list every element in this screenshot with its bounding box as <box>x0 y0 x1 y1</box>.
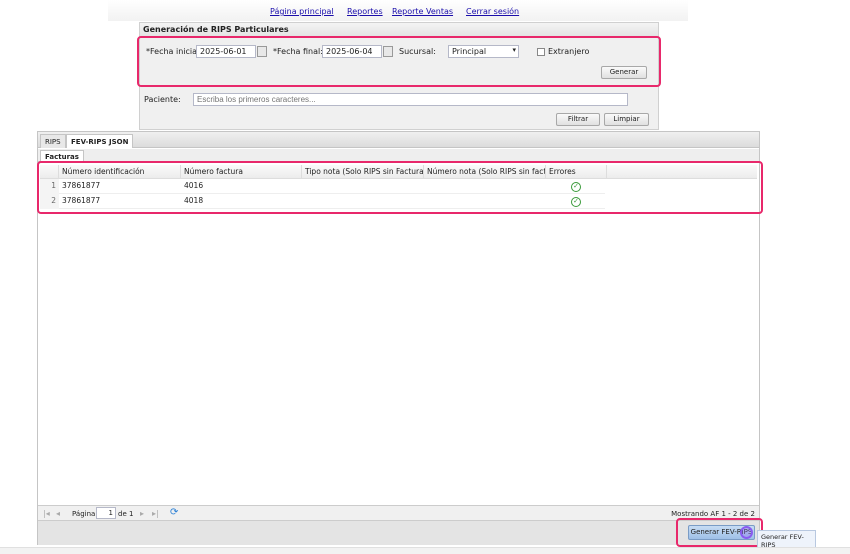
filtrar-button[interactable]: Filtrar <box>556 113 600 126</box>
highlight-box <box>137 36 661 87</box>
top-nav: Página principal Reportes Reporte Ventas… <box>108 0 688 21</box>
tab-bar: RIPS FEV-RIPS JSON <box>38 132 759 148</box>
pager: |◂ ◂ Página 1 de 1 ▸ ▸| ⟳ Mostrando AF 1… <box>38 505 759 521</box>
panel-title: Generación de RIPS Particulares <box>140 23 658 37</box>
footer-bar <box>38 521 759 545</box>
highlight-box <box>676 518 763 547</box>
next-page-icon[interactable]: ▸ <box>140 509 144 518</box>
page-label: Página <box>72 510 96 518</box>
page-input[interactable]: 1 <box>96 507 116 519</box>
nav-cerrar-sesion[interactable]: Cerrar sesión <box>466 7 519 16</box>
nav-reportes[interactable]: Reportes <box>347 7 383 16</box>
tab-fev-rips-json[interactable]: FEV-RIPS JSON <box>66 134 134 148</box>
page-total: de 1 <box>118 510 134 518</box>
nav-reporte-ventas[interactable]: Reporte Ventas <box>392 7 453 16</box>
tab-rips[interactable]: RIPS <box>40 134 66 148</box>
bottom-bar <box>0 547 850 554</box>
nav-pagina-principal[interactable]: Página principal <box>270 7 334 16</box>
paciente-label: Paciente: <box>144 95 181 104</box>
first-page-icon[interactable]: |◂ <box>43 509 50 518</box>
limpiar-button[interactable]: Limpiar <box>604 113 649 126</box>
paciente-input[interactable] <box>193 93 628 106</box>
pager-status: Mostrando AF 1 - 2 de 2 <box>671 510 755 518</box>
last-page-icon[interactable]: ▸| <box>152 509 159 518</box>
highlight-box <box>37 161 763 214</box>
refresh-icon[interactable]: ⟳ <box>170 507 178 518</box>
prev-page-icon[interactable]: ◂ <box>56 509 60 518</box>
